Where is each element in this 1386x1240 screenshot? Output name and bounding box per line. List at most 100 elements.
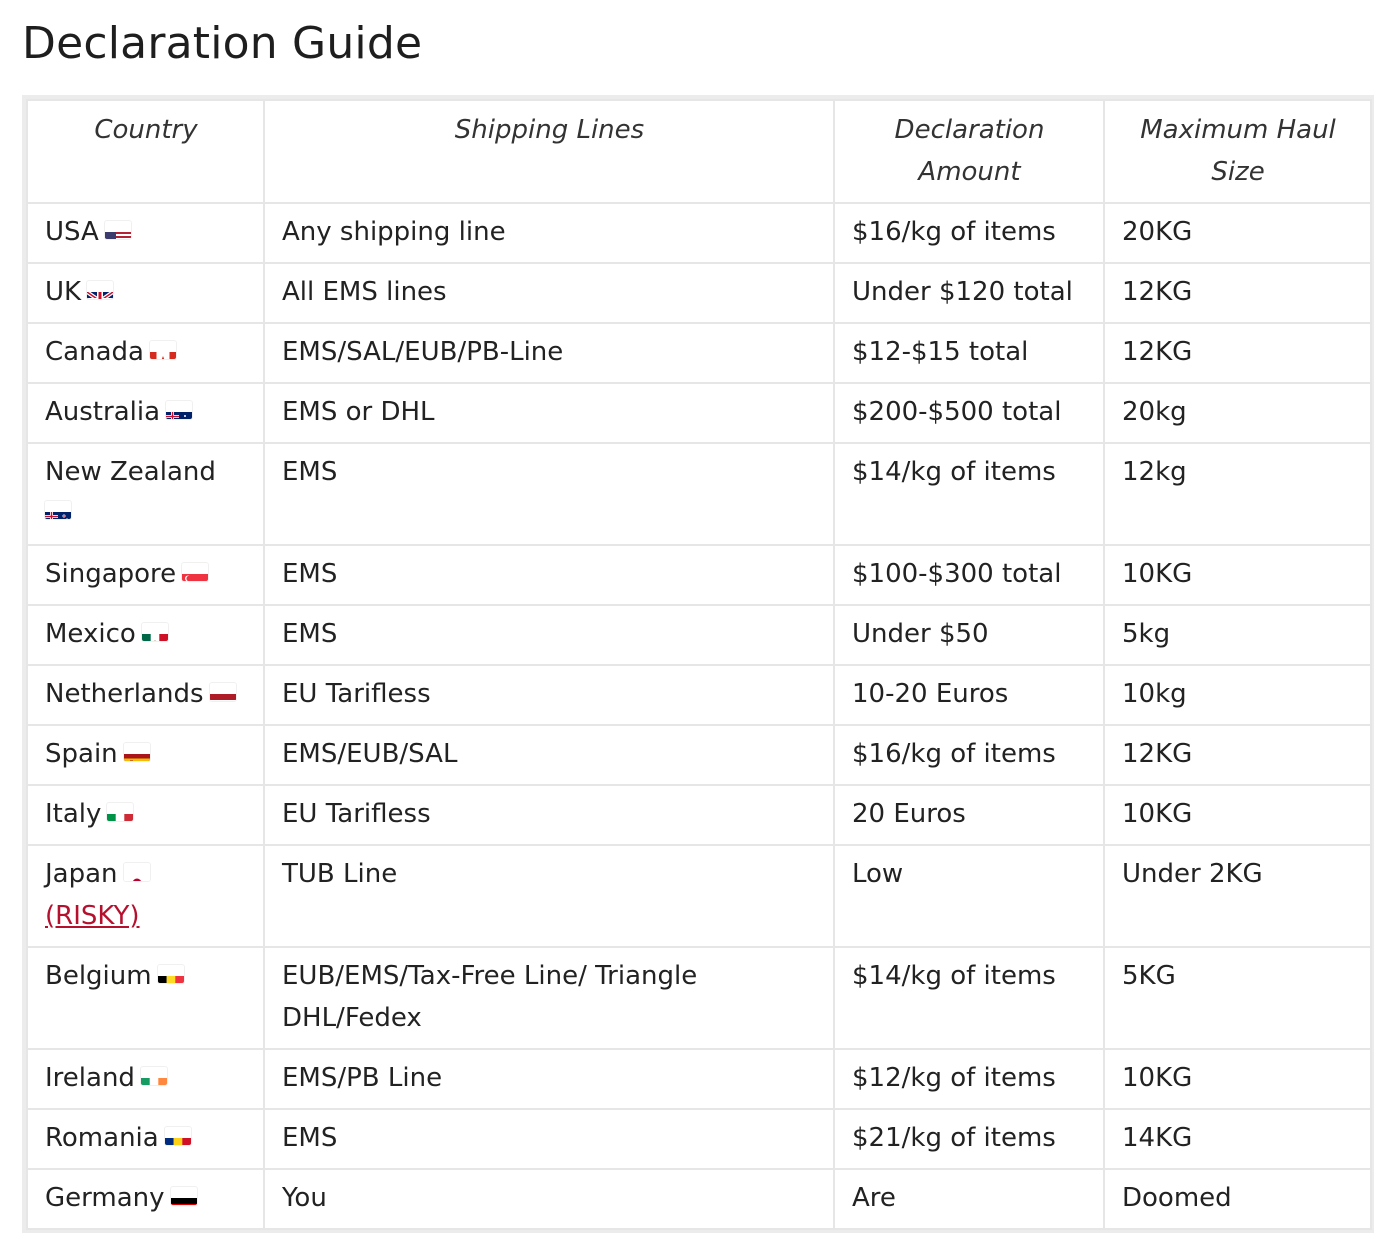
country-cell: Japan (RISKY): [26, 844, 265, 948]
canada-flag-icon: [149, 341, 176, 359]
table-row: Japan (RISKY) TUB Line Low Under 2KG: [26, 844, 1372, 948]
country-cell: New Zealand: [26, 442, 265, 546]
country-name: Germany: [45, 1183, 165, 1213]
country-cell: Singapore: [26, 544, 265, 606]
table-row: Germany You Are Doomed: [26, 1168, 1372, 1230]
shipping-lines-cell: TUB Line: [263, 844, 835, 948]
declaration-amount-cell: $21/kg of items: [833, 1108, 1105, 1170]
table-row: Italy EU Tarifless 20 Euros 10KG: [26, 784, 1372, 846]
haul-size-cell: 12KG: [1103, 724, 1372, 786]
japan-flag-icon: [123, 863, 150, 881]
table-row: Singapore EMS $100-$300 total 10KG: [26, 544, 1372, 606]
mexico-flag-icon: [141, 623, 168, 641]
declaration-amount-cell: Are: [833, 1168, 1105, 1230]
country-name: USA: [45, 217, 99, 247]
table-row: USA Any shipping line $16/kg of items 20…: [26, 202, 1372, 264]
shipping-lines-cell: EMS: [263, 604, 835, 666]
country-name: Spain: [45, 739, 118, 769]
spain-flag-icon: [123, 743, 150, 761]
country-name: Italy: [45, 799, 102, 829]
risky-link[interactable]: (RISKY): [45, 901, 140, 931]
singapore-flag-icon: [182, 563, 209, 581]
table-row: Australia EMS or DHL $200-$500 total 20k…: [26, 382, 1372, 444]
table-header-row: Country Shipping Lines Declaration Amoun…: [26, 99, 1372, 204]
shipping-lines-cell: EU Tarifless: [263, 664, 835, 726]
shipping-lines-cell: EMS: [263, 1108, 835, 1170]
declaration-amount-cell: $14/kg of items: [833, 442, 1105, 546]
haul-size-cell: 12kg: [1103, 442, 1372, 546]
country-cell: UK: [26, 262, 265, 324]
country-name: Netherlands: [45, 679, 204, 709]
table-row: Netherlands EU Tarifless 10-20 Euros 10k…: [26, 664, 1372, 726]
declaration-amount-cell: Under $50: [833, 604, 1105, 666]
table-row: Canada EMS/SAL/EUB/PB-Line $12-$15 total…: [26, 322, 1372, 384]
table-row: Belgium EUB/EMS/Tax-Free Line/ Triangle …: [26, 946, 1372, 1050]
shipping-lines-cell: EMS/PB Line: [263, 1048, 835, 1110]
declaration-amount-cell: $12/kg of items: [833, 1048, 1105, 1110]
page-title: Declaration Guide: [22, 18, 423, 69]
table-row: Spain EMS/EUB/SAL $16/kg of items 12KG: [26, 724, 1372, 786]
shipping-lines-cell: EMS/EUB/SAL: [263, 724, 835, 786]
country-name: Mexico: [45, 619, 136, 649]
declaration-amount-cell: $16/kg of items: [833, 724, 1105, 786]
shipping-lines-cell: EU Tarifless: [263, 784, 835, 846]
country-name: Australia: [45, 397, 161, 427]
shipping-lines-cell: EMS or DHL: [263, 382, 835, 444]
haul-size-cell: 14KG: [1103, 1108, 1372, 1170]
romania-flag-icon: [164, 1127, 191, 1145]
country-name: Japan: [45, 859, 118, 889]
ireland-flag-icon: [140, 1067, 167, 1085]
declaration-amount-cell: 20 Euros: [833, 784, 1105, 846]
country-name: New Zealand: [45, 457, 216, 487]
shipping-lines-cell: EMS/SAL/EUB/PB-Line: [263, 322, 835, 384]
table-row: New Zealand EMS $14/kg of items 12kg: [26, 442, 1372, 546]
italy-flag-icon: [107, 803, 134, 821]
belgium-flag-icon: [157, 965, 184, 983]
haul-size-cell: 10KG: [1103, 1048, 1372, 1110]
declaration-amount-cell: $12-$15 total: [833, 322, 1105, 384]
declaration-amount-cell: $100-$300 total: [833, 544, 1105, 606]
haul-size-cell: 12KG: [1103, 322, 1372, 384]
haul-size-cell: 10KG: [1103, 784, 1372, 846]
shipping-lines-cell: All EMS lines: [263, 262, 835, 324]
shipping-lines-cell: EUB/EMS/Tax-Free Line/ Triangle DHL/Fede…: [263, 946, 835, 1050]
haul-size-cell: 12KG: [1103, 262, 1372, 324]
declaration-amount-cell: Under $120 total: [833, 262, 1105, 324]
header-declaration-amount: Declaration Amount: [833, 99, 1105, 204]
country-cell: Spain: [26, 724, 265, 786]
country-cell: Netherlands: [26, 664, 265, 726]
country-name: Canada: [45, 337, 144, 367]
country-cell: USA: [26, 202, 265, 264]
country-cell: Australia: [26, 382, 265, 444]
us-flag-icon: [104, 221, 131, 239]
table-row: Ireland EMS/PB Line $12/kg of items 10KG: [26, 1048, 1372, 1110]
haul-size-cell: 5KG: [1103, 946, 1372, 1050]
table-row: UK All EMS lines Under $120 total 12KG: [26, 262, 1372, 324]
haul-size-cell: 10KG: [1103, 544, 1372, 606]
declaration-amount-cell: $16/kg of items: [833, 202, 1105, 264]
new-zealand-flag-icon: [45, 501, 71, 519]
shipping-lines-cell: Any shipping line: [263, 202, 835, 264]
declaration-amount-cell: $200-$500 total: [833, 382, 1105, 444]
shipping-lines-cell: EMS: [263, 544, 835, 606]
netherlands-flag-icon: [209, 683, 236, 701]
declaration-table-frame: Country Shipping Lines Declaration Amoun…: [22, 95, 1374, 1233]
table-row: Mexico EMS Under $50 5kg: [26, 604, 1372, 666]
header-country: Country: [26, 99, 265, 204]
haul-size-cell: 20KG: [1103, 202, 1372, 264]
haul-size-cell: 20kg: [1103, 382, 1372, 444]
haul-size-cell: Under 2KG: [1103, 844, 1372, 948]
australia-flag-icon: [166, 401, 193, 419]
country-name: Belgium: [45, 961, 152, 991]
shipping-lines-cell: You: [263, 1168, 835, 1230]
country-cell: Belgium: [26, 946, 265, 1050]
country-cell: Germany: [26, 1168, 265, 1230]
country-cell: Romania: [26, 1108, 265, 1170]
country-cell: Canada: [26, 322, 265, 384]
header-maximum-haul-size: Maximum Haul Size: [1103, 99, 1372, 204]
uk-flag-icon: [87, 281, 114, 299]
declaration-table: Country Shipping Lines Declaration Amoun…: [26, 99, 1372, 1230]
haul-size-cell: Doomed: [1103, 1168, 1372, 1230]
declaration-amount-cell: Low: [833, 844, 1105, 948]
country-name: Ireland: [45, 1063, 135, 1093]
